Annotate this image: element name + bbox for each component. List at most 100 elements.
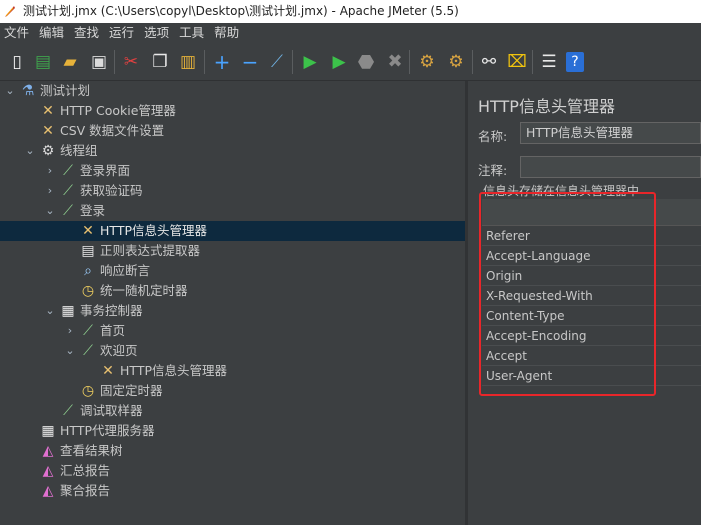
tree-node[interactable]: ⌄ ⚗ 测试计划 [0, 81, 465, 101]
flask-icon: ⚗ [21, 83, 35, 99]
controller-icon: ▦ [61, 303, 75, 319]
tree-node-label: HTTP Cookie管理器 [60, 103, 176, 118]
pipette-icon: ⟋ [83, 343, 93, 359]
menu-item[interactable]: 运行 [105, 23, 140, 43]
toolbar-separator [292, 50, 293, 74]
tree-node-label: CSV 数据文件设置 [60, 123, 165, 138]
tree-node[interactable]: ◭ 聚合报告 [0, 481, 465, 501]
tree-node-label: 固定定时器 [100, 383, 163, 398]
menu-item[interactable]: 编辑 [35, 23, 70, 43]
clock-icon: ◷ [81, 283, 95, 299]
open-icon[interactable]: ▰ [59, 51, 81, 73]
save-icon[interactable]: ▣ [88, 51, 110, 73]
tree-node-label: 欢迎页 [100, 343, 138, 358]
tree-node[interactable]: › ⟋ 登录界面 [0, 161, 465, 181]
comment-field[interactable] [520, 156, 701, 178]
menu-item[interactable]: 帮助 [210, 23, 245, 43]
header-row[interactable]: Accept [482, 346, 701, 366]
tree-node[interactable]: ✕ HTTP Cookie管理器 [0, 101, 465, 121]
toolbar-separator [472, 50, 473, 74]
tree-node[interactable]: ✕ CSV 数据文件设置 [0, 121, 465, 141]
controller-icon: ▦ [41, 423, 55, 439]
header-row[interactable]: Origin [482, 266, 701, 286]
tree-node-label: 查看结果树 [60, 443, 123, 458]
reset-search-icon[interactable]: ⌧ [506, 51, 528, 73]
toggle-icon[interactable]: ⟋ [266, 51, 288, 73]
tree-node[interactable]: ◷ 统一随机定时器 [0, 281, 465, 301]
tree-node[interactable]: › ⟋ 首页 [0, 321, 465, 341]
chevron-down-icon[interactable]: ⌄ [64, 341, 76, 361]
headers-table-header [482, 199, 701, 226]
tree-node[interactable]: ✕ HTTP信息头管理器 [0, 221, 465, 241]
chevron-right-icon[interactable]: › [44, 181, 56, 201]
stop-icon[interactable]: ⬣ [355, 51, 377, 73]
tree-node[interactable]: ⌄ ⟋ 登录 [0, 201, 465, 221]
header-row[interactable]: Referer [482, 226, 701, 246]
test-plan-tree: ⌄ ⚗ 测试计划 ✕ HTTP Cookie管理器 ✕ CSV 数据文件设置 ⌄ ⚙ 线程组 › ⟋ 登… [0, 81, 465, 525]
menu-item[interactable]: 查找 [70, 23, 105, 43]
chevron-right-icon[interactable]: › [64, 321, 76, 341]
copy-icon[interactable]: ❐ [149, 51, 171, 73]
graph-icon: ◭ [42, 443, 54, 459]
collapse-icon[interactable]: − [239, 51, 261, 73]
tree-node[interactable]: › ⟋ 获取验证码 [0, 181, 465, 201]
panel-title: HTTP信息头管理器 [478, 97, 615, 116]
search-icon[interactable]: ⚯ [478, 51, 500, 73]
tree-node[interactable]: ⌄ ⚙ 线程组 [0, 141, 465, 161]
graph-icon: ◭ [42, 463, 54, 479]
magnifier-icon: ⌕ [84, 263, 92, 279]
tree-node[interactable]: ⌄ ▦ 事务控制器 [0, 301, 465, 321]
tree-node[interactable]: ▦ HTTP代理服务器 [0, 421, 465, 441]
cut-icon[interactable]: ✂ [120, 51, 142, 73]
tree-node[interactable]: ⟋ 调试取样器 [0, 401, 465, 421]
tree-node-label: 统一随机定时器 [100, 283, 188, 298]
headers-table: Referer Accept-Language Origin X-Requested-… [482, 199, 701, 386]
header-row[interactable]: X-Requested-With [482, 286, 701, 306]
tree-node[interactable]: ▤ 正则表达式提取器 [0, 241, 465, 261]
tree-node[interactable]: ◭ 汇总报告 [0, 461, 465, 481]
start-no-pause-icon[interactable]: ▶ [328, 51, 350, 73]
menu-bar: 文件 编辑 查找 运行 选项 工具 帮助 [0, 23, 701, 43]
document-icon: ▤ [81, 243, 95, 259]
function-helper-icon[interactable]: ☰ [538, 51, 560, 73]
tree-node[interactable]: ⌄ ⟋ 欢迎页 [0, 341, 465, 361]
templates-icon[interactable]: ▤ [32, 51, 54, 73]
window-title-bar: 测试计划.jmx (C:\Users\copyl\Desktop\测试计划.jm… [0, 0, 701, 23]
shutdown-icon[interactable]: ✖ [384, 51, 406, 73]
header-row[interactable]: Accept-Encoding [482, 326, 701, 346]
help-icon[interactable]: ? [566, 52, 584, 72]
menu-item[interactable]: 工具 [175, 23, 210, 43]
header-row[interactable]: Accept-Language [482, 246, 701, 266]
new-icon[interactable]: ▯ [6, 51, 28, 73]
header-row[interactable]: Content-Type [482, 306, 701, 326]
clear-all-icon[interactable]: ⚙ [445, 51, 467, 73]
header-row[interactable]: User-Agent [482, 366, 701, 386]
clear-icon[interactable]: ⚙ [416, 51, 438, 73]
tree-node-label: 首页 [100, 323, 126, 338]
chevron-down-icon[interactable]: ⌄ [24, 141, 36, 161]
expand-icon[interactable]: + [211, 51, 233, 73]
toolbar-separator [114, 50, 115, 74]
tree-node[interactable]: ◷ 固定定时器 [0, 381, 465, 401]
chevron-down-icon[interactable]: ⌄ [4, 81, 16, 101]
name-field[interactable]: HTTP信息头管理器 [520, 122, 701, 144]
comment-label: 注释: [478, 163, 508, 178]
clock-icon: ◷ [81, 383, 95, 399]
menu-item[interactable]: 选项 [140, 23, 175, 43]
tree-node-label: 聚合报告 [60, 483, 111, 498]
start-icon[interactable]: ▶ [299, 51, 321, 73]
tree-node-label: 登录 [80, 203, 106, 218]
chevron-right-icon[interactable]: › [44, 161, 56, 181]
menu-item[interactable]: 文件 [0, 23, 35, 43]
chevron-down-icon[interactable]: ⌄ [44, 201, 56, 221]
headers-group-title: 信息头存储在信息头管理器中 [483, 184, 640, 198]
tree-node-label: 登录界面 [80, 163, 131, 178]
chevron-down-icon[interactable]: ⌄ [44, 301, 56, 321]
tree-node[interactable]: ◭ 查看结果树 [0, 441, 465, 461]
pipette-icon: ⟋ [63, 163, 73, 179]
tree-node[interactable]: ✕ HTTP信息头管理器 [0, 361, 465, 381]
tree-node[interactable]: ⌕ 响应断言 [0, 261, 465, 281]
gear-icon: ⚙ [41, 143, 55, 159]
tree-node-label: 响应断言 [100, 263, 151, 278]
paste-icon[interactable]: ▥ [177, 51, 199, 73]
